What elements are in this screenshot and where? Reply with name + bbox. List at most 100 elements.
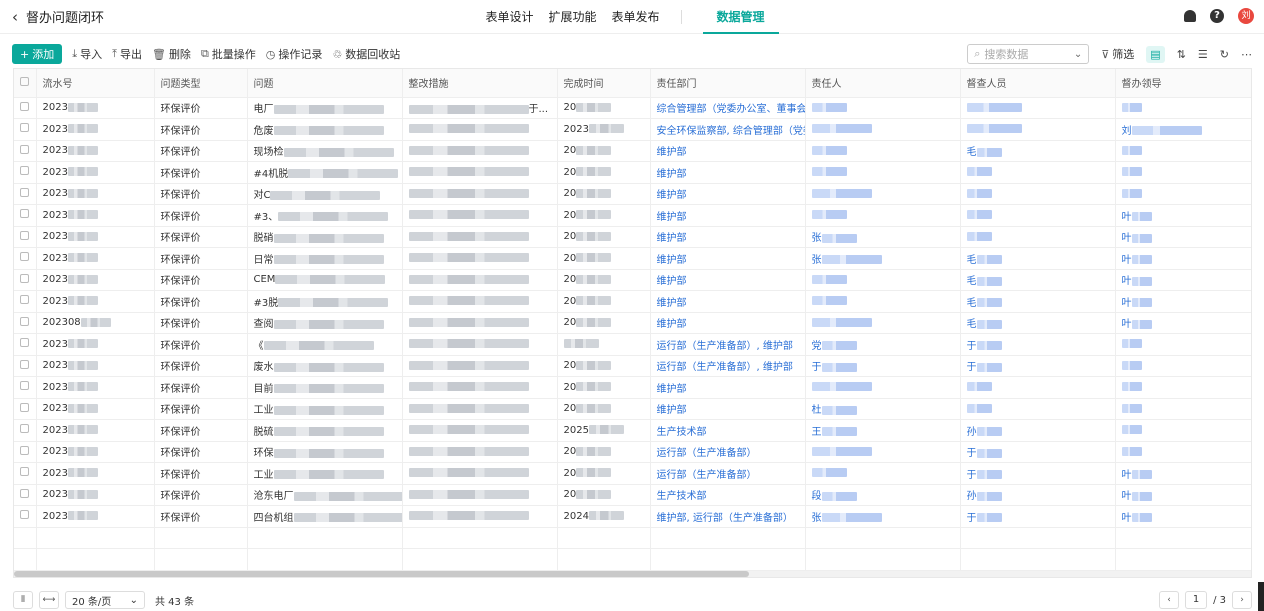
row-checkbox[interactable] [14,97,37,119]
tab-data-management[interactable]: 数据管理 [702,0,779,34]
table-row[interactable]: 2023 环保评价 日常 20 维护部张毛叶 [14,247,1251,270]
density-icon[interactable]: ⫴ [13,591,33,609]
cell-leader[interactable] [1115,183,1251,205]
row-checkbox[interactable] [14,226,37,248]
table-row[interactable]: 2023 环保评价《 运行部（生产准备部）, 维护部党于 [14,333,1251,356]
cell-owner[interactable] [805,269,961,291]
cell-inspector[interactable]: 毛 [960,140,1116,162]
next-page-button[interactable]: › [1232,591,1252,609]
horizontal-scrollbar[interactable] [14,571,1251,577]
recycle-button[interactable]: ♲ 数据回收站 [332,46,400,62]
cell-department[interactable]: 维护部 [650,140,806,162]
cell-inspector[interactable]: 毛 [960,269,1116,291]
cell-department[interactable]: 运行部（生产准备部）, 维护部 [650,333,806,356]
cell-owner[interactable] [805,161,961,184]
cell-owner[interactable] [805,290,961,313]
cell-leader[interactable] [1115,398,1251,420]
row-checkbox[interactable] [14,269,37,291]
select-all-checkbox[interactable] [14,69,37,98]
row-checkbox[interactable] [14,355,37,377]
col-owner[interactable]: 责任人 [805,69,961,98]
row-checkbox[interactable] [14,419,37,442]
import-button[interactable]: ⤓ 导入 [72,46,102,62]
help-icon[interactable]: ? [1210,9,1224,23]
row-checkbox[interactable] [14,376,37,399]
cell-leader[interactable] [1115,161,1251,184]
export-button[interactable]: ⤒ 导出 [112,46,142,62]
cell-department[interactable]: 运行部（生产准备部） [650,441,806,463]
cell-inspector[interactable]: 于 [960,355,1116,377]
cell-inspector[interactable]: 于 [960,333,1116,356]
cell-owner[interactable] [805,140,961,162]
table-row[interactable]: 2023 环保评价 脱硝 20 维护部张 叶 [14,226,1251,248]
cell-owner[interactable] [805,376,961,399]
tab-publish[interactable]: 表单发布 [612,0,660,34]
table-row[interactable]: 2023 环保评价 沧东电厂 20 生产技术部段孙叶 [14,484,1251,506]
table-row[interactable]: 2023 环保评价 目前 20 维护部 [14,376,1251,399]
cell-leader[interactable]: 叶 [1115,204,1251,227]
cell-owner[interactable]: 张 [805,505,961,528]
cell-inspector[interactable] [960,183,1116,205]
col-finish-time[interactable]: 完成时间 [557,69,651,98]
cell-department[interactable]: 运行部（生产准备部）, 维护部 [650,355,806,377]
cell-department[interactable]: 运行部（生产准备部） [650,462,806,485]
cell-owner[interactable]: 段 [805,484,961,506]
cell-owner[interactable]: 杜 [805,398,961,420]
col-leader[interactable]: 督办领导 [1115,69,1251,98]
table-row[interactable]: 2023 环保评价 工业 20 运行部（生产准备部） 于叶 [14,462,1251,485]
cell-inspector[interactable] [960,118,1116,141]
cell-leader[interactable]: 叶 [1115,484,1251,506]
row-checkbox[interactable] [14,505,37,528]
cell-owner[interactable]: 党 [805,333,961,356]
cell-owner[interactable] [805,312,961,334]
table-row[interactable]: 2023 环保评价 环保 20 运行部（生产准备部） 于 [14,441,1251,463]
cell-inspector[interactable]: 孙 [960,484,1116,506]
cell-inspector[interactable] [960,204,1116,227]
table-row[interactable]: 2023 环保评价 #3、 20 维护部 叶 [14,204,1251,227]
cell-leader[interactable]: 叶 [1115,462,1251,485]
cell-department[interactable]: 生产技术部 [650,484,806,506]
row-checkbox[interactable] [14,290,37,313]
table-row[interactable]: 2023 环保评价 现场检 20 维护部 毛 [14,140,1251,162]
cell-leader[interactable]: 叶 [1115,505,1251,528]
col-issue[interactable]: 问题 [247,69,403,98]
cell-department[interactable]: 维护部 [650,226,806,248]
cell-owner[interactable] [805,97,961,119]
row-checkbox[interactable] [14,140,37,162]
back-button[interactable]: ‹ 督办问题闭环 [0,7,104,27]
cell-department[interactable]: 维护部 [650,247,806,270]
table-row[interactable]: 2023 环保评价 #4机脱 20 维护部 [14,161,1251,184]
col-inspector[interactable]: 督查人员 [960,69,1116,98]
cell-owner[interactable]: 张 [805,247,961,270]
cell-inspector[interactable]: 毛 [960,312,1116,334]
cell-leader[interactable]: 叶 [1115,247,1251,270]
table-row[interactable]: 2023 环保评价 CEM 20 维护部 毛叶 [14,269,1251,291]
cell-leader[interactable] [1115,355,1251,377]
col-type[interactable]: 问题类型 [154,69,248,98]
column-settings-icon[interactable]: ☰ [1198,48,1208,61]
cell-inspector[interactable] [960,376,1116,399]
tab-extensions[interactable]: 扩展功能 [548,0,596,34]
avatar[interactable]: 刘 [1238,8,1254,24]
cell-inspector[interactable]: 毛 [960,290,1116,313]
add-button[interactable]: + 添加 [12,44,63,64]
row-checkbox[interactable] [14,247,37,270]
row-checkbox[interactable] [14,204,37,227]
cell-leader[interactable] [1115,97,1251,119]
prev-page-button[interactable]: ‹ [1159,591,1180,609]
sort-icon[interactable]: ⇅ [1177,48,1186,61]
cell-department[interactable]: 维护部 [650,376,806,399]
table-row[interactable]: 2023 环保评价 对C 20 维护部 [14,183,1251,205]
cell-inspector[interactable] [960,226,1116,248]
cell-department[interactable]: 维护部 [650,312,806,334]
table-view-icon[interactable]: ▤ [1146,45,1165,63]
cell-department[interactable]: 安全环保监察部, 综合管理部（党委办... [650,118,806,141]
cell-department[interactable]: 生产技术部 [650,419,806,442]
cell-leader[interactable]: 叶 [1115,290,1251,313]
cell-department[interactable]: 综合管理部（党委办公室、董事会办... [650,97,806,119]
cell-inspector[interactable]: 于 [960,441,1116,463]
cell-inspector[interactable]: 毛 [960,247,1116,270]
row-checkbox[interactable] [14,462,37,485]
row-checkbox[interactable] [14,183,37,205]
cell-leader[interactable] [1115,333,1251,356]
